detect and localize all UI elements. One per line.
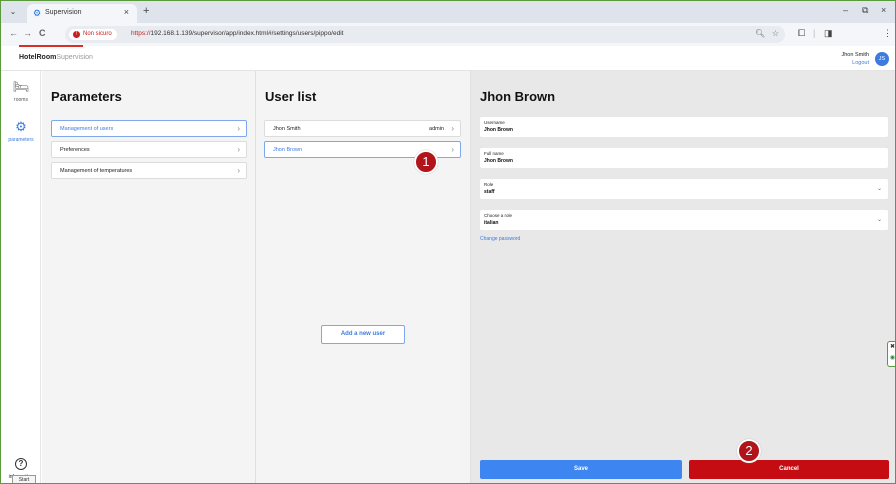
omnibox-actions: 🔍︎ ☆ [755, 29, 779, 38]
maximize-icon[interactable]: ⧉ [862, 5, 868, 16]
chevron-down-icon: ⌄ [876, 217, 882, 223]
param-item-label: Management of users [60, 126, 114, 132]
tab-strip: ⌄ ⚙ Supervision × + – ⧉ × [1, 1, 895, 23]
help-icon: ? [15, 458, 27, 470]
chevron-right-icon: › [451, 124, 454, 133]
cancel-button[interactable]: Cancel [689, 460, 889, 479]
user-row-jhon-smith[interactable]: Jhon Smith admin › [264, 120, 461, 137]
browser-window: ⌄ ⚙ Supervision × + – ⧉ × ← → C ! Non si… [0, 0, 896, 484]
username-field[interactable]: Username Jhon Brown [480, 117, 888, 137]
user-role-label: admin [429, 126, 444, 132]
user-name: Jhon Smith [841, 52, 869, 58]
app-header: HotelRoomSupervision Jhon Smith Logout J… [1, 47, 895, 71]
username-label: Username [484, 120, 505, 125]
security-label: Non sicuro [83, 31, 112, 37]
username-value: Jhon Brown [484, 127, 513, 133]
tab-close-icon[interactable]: × [124, 7, 129, 17]
detail-title: Jhon Brown [480, 89, 556, 104]
gear-favicon-icon: ⚙ [33, 8, 42, 18]
url-path: 192.168.1.139/supervisor/app/index.html#… [150, 30, 344, 37]
chevron-right-icon: › [237, 124, 240, 133]
logout-link[interactable]: Logout [852, 60, 869, 66]
annotation-badge-2: 2 [737, 439, 761, 463]
chevron-down-icon: ⌄ [876, 186, 882, 192]
annotation-badge-1: 1 [414, 150, 438, 174]
language-value: italian [484, 220, 499, 226]
left-rail: 🛏︎ rooms ⚙ parameters ? information [1, 71, 41, 483]
chevron-right-icon: › [237, 145, 240, 154]
language-label: Choose a role [484, 213, 513, 218]
full-name-label: Full name [484, 151, 504, 156]
start-chip[interactable]: Start [12, 475, 36, 483]
avatar[interactable]: JS [875, 52, 889, 66]
gear-icon: ⚙ [15, 119, 27, 134]
role-label: Role [484, 182, 494, 187]
user-name-label: Jhon Brown [273, 147, 303, 153]
change-password-link[interactable]: Change password [480, 236, 520, 242]
rail-item-rooms[interactable]: 🛏︎ rooms [1, 79, 41, 103]
parameters-panel: Parameters Management of users › Prefere… [42, 71, 256, 483]
param-item-preferences[interactable]: Preferences › [51, 141, 247, 158]
address-bar[interactable]: ! Non sicuro https://192.168.1.139/super… [65, 26, 785, 43]
extensions-icon[interactable]: ⧠ [798, 28, 805, 39]
security-chip[interactable]: ! Non sicuro [69, 29, 117, 40]
param-item-temperatures[interactable]: Management of temperatures › [51, 162, 247, 179]
bed-icon: 🛏︎ [12, 79, 30, 94]
brand-suffix: Supervision [56, 54, 93, 61]
back-icon[interactable]: ← [9, 28, 18, 38]
tab-title: Supervision [45, 9, 82, 16]
param-item-label: Management of temperatures [60, 168, 133, 174]
warning-icon: ! [73, 31, 80, 38]
rail-label-parameters: parameters [8, 137, 34, 143]
reload-icon[interactable]: C [39, 28, 46, 38]
app-logo: HotelRoomSupervision [19, 54, 93, 61]
role-select[interactable]: Role staff ⌄ [480, 179, 888, 199]
address-bar-row: ← → C ! Non sicuro https://192.168.1.139… [1, 23, 895, 46]
full-name-field[interactable]: Full name Jhon Brown [480, 148, 888, 168]
rail-label-rooms: rooms [14, 97, 28, 103]
user-name-label: Jhon Smith [273, 126, 301, 132]
url-scheme: https:// [131, 30, 151, 37]
role-value: staff [484, 189, 495, 195]
forward-icon[interactable]: → [23, 28, 32, 38]
new-tab-icon[interactable]: + [143, 5, 149, 17]
user-detail-panel: Jhon Brown Username Jhon Brown Full name… [471, 71, 895, 483]
minimize-icon[interactable]: – [843, 5, 848, 15]
language-select[interactable]: Choose a role italian ⌄ [480, 210, 888, 230]
brand-name: HotelRoom [19, 54, 57, 61]
chevron-right-icon: › [237, 166, 240, 175]
chevron-right-icon: › [451, 145, 454, 154]
edge-widget[interactable]: ✖ ◉ [887, 341, 895, 367]
window-close-icon[interactable]: × [881, 5, 886, 15]
parameters-title: Parameters [51, 89, 122, 104]
tab-search-icon[interactable]: ⌄ [7, 7, 19, 17]
user-list-panel: User list Jhon Smith admin › Jhon Brown … [256, 71, 471, 483]
param-item-users[interactable]: Management of users › [51, 120, 247, 137]
bookmark-star-icon[interactable]: ☆ [772, 29, 779, 38]
save-button[interactable]: Save [480, 460, 682, 479]
rail-item-parameters[interactable]: ⚙ parameters [1, 119, 41, 143]
record-icon[interactable]: ◉ [888, 353, 895, 364]
param-item-label: Preferences [60, 147, 90, 153]
side-panel-icon[interactable]: ◨ [824, 28, 833, 39]
zoom-icon[interactable]: 🔍︎ [755, 29, 765, 38]
url-text: https://192.168.1.139/supervisor/app/ind… [131, 30, 343, 37]
full-name-value: Jhon Brown [484, 158, 513, 164]
toolbar-divider: | [813, 28, 816, 38]
user-list-title: User list [265, 89, 317, 104]
add-user-button[interactable]: Add a new user [321, 325, 405, 344]
close-icon[interactable]: ✖ [888, 342, 895, 353]
browser-tab[interactable]: ⚙ Supervision × [27, 4, 137, 23]
browser-menu-icon[interactable]: ⋮ [883, 28, 892, 39]
